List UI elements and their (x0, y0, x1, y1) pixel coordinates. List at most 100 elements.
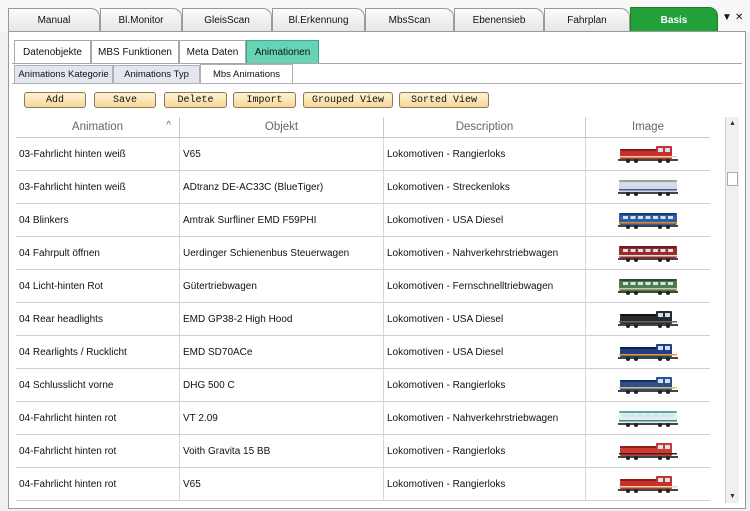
chevron-down-icon[interactable]: ▼ (722, 12, 732, 23)
cell-animation: 04-Fahrlicht hinten rot (16, 435, 180, 467)
tab-label: Datenobjekte (23, 46, 82, 58)
cell-animation: 04 Fahrpult öffnen (16, 237, 180, 269)
cell-animation: 04-Fahrlicht hinten rot (16, 468, 180, 500)
column-header-objekt[interactable]: Objekt (180, 117, 384, 137)
tab-datenobjekte[interactable]: Datenobjekte (14, 40, 91, 63)
scroll-down-icon[interactable]: ▼ (726, 490, 739, 503)
cell-animation: 04 Blinkers (16, 204, 180, 236)
loco-image (618, 213, 678, 229)
cell-animation: 04 Rear headlights (16, 303, 180, 335)
column-header-description[interactable]: Description (384, 117, 586, 137)
table-row[interactable]: 04 Schlusslicht vorne DHG 500 C Lokomotive… (16, 369, 710, 402)
tab-label: Meta Daten (186, 46, 239, 58)
cell-description: Lokomotiven - Rangierloks (384, 138, 586, 170)
cell-objekt: Amtrak Surfliner EMD F59PHI (180, 204, 384, 236)
grouped-view-button[interactable]: Grouped View (303, 92, 393, 108)
cell-image (586, 138, 710, 170)
tab-label: MbsScan (388, 14, 431, 26)
main-panel: Datenobjekte MBS Funktionen Meta Daten A… (8, 31, 746, 509)
cell-image (586, 204, 710, 236)
loco-image (618, 443, 678, 460)
tab-divider (12, 83, 742, 84)
tab-label: Bl.Erkennung (288, 14, 349, 26)
tab-fahrplan[interactable]: Fahrplan (544, 8, 630, 31)
tab-mbsscan[interactable]: MbsScan (365, 8, 454, 31)
tab-label: Animations Kategorie (18, 69, 109, 80)
cell-description: Lokomotiven - Streckenloks (384, 171, 586, 203)
cell-image (586, 336, 710, 368)
close-icon[interactable]: ✕ (735, 12, 743, 23)
tab-mbs-funktionen[interactable]: MBS Funktionen (91, 40, 179, 63)
cell-animation: 04 Licht-hinten Rot (16, 270, 180, 302)
scrollbar-thumb[interactable] (727, 172, 738, 186)
cell-animation: 04 Rearlights / Rucklicht (16, 336, 180, 368)
tab-animations-kategorie[interactable]: Animations Kategorie (14, 65, 113, 83)
table-row[interactable]: 04-Fahrlicht hinten rot VT 2.09 Lokomotive… (16, 402, 710, 435)
cell-animation: 03-Fahrlicht hinten weiß (16, 171, 180, 203)
sorted-view-button[interactable]: Sorted View (399, 92, 489, 108)
table-row[interactable]: 03-Fahrlicht hinten weiß V65 Lokomotiven -… (16, 138, 710, 171)
table-row[interactable]: 04 Licht-hinten Rot Gütertriebwagen Lokomo… (16, 270, 710, 303)
cell-objekt: ADtranz DE-AC33C (BlueTiger) (180, 171, 384, 203)
cell-objekt: V65 (180, 138, 384, 170)
cell-description: Lokomotiven - Nahverkehrstriebwagen (384, 237, 586, 269)
column-header-label: Image (632, 121, 664, 133)
tab-animationen[interactable]: Animationen (246, 40, 319, 63)
column-header-label: Animation (71, 121, 124, 133)
tab-meta-daten[interactable]: Meta Daten (179, 40, 246, 63)
loco-image (618, 279, 678, 295)
tab-label: Bl.Monitor (118, 14, 164, 26)
table-row[interactable]: 04 Rearlights / Rucklicht EMD SD70ACe Loko… (16, 336, 710, 369)
import-button[interactable]: Import (233, 92, 296, 108)
table-row[interactable]: 04-Fahrlicht hinten rot V65 Lokomotiven - … (16, 468, 710, 501)
cell-objekt: VT 2.09 (180, 402, 384, 434)
cell-objekt: V65 (180, 468, 384, 500)
loco-image (618, 180, 678, 196)
loco-image (618, 311, 678, 328)
loco-image (618, 476, 678, 493)
tab-label: Ebenensieb (472, 14, 526, 26)
cell-animation: 04 Schlusslicht vorne (16, 369, 180, 401)
cell-image (586, 270, 710, 302)
table-row[interactable]: 03-Fahrlicht hinten weiß ADtranz DE-AC33C… (16, 171, 710, 204)
tab-ebenensieb[interactable]: Ebenensieb (454, 8, 544, 31)
table-row[interactable]: 04-Fahrlicht hinten rot Voith Gravita 15 … (16, 435, 710, 468)
table-row[interactable]: 04 Rear headlights EMD GP38-2 High Hood Lo… (16, 303, 710, 336)
tab-bl-erkennung[interactable]: Bl.Erkennung (272, 8, 365, 31)
save-button[interactable]: Save (94, 92, 156, 108)
column-header-animation[interactable]: Animation ^ (16, 117, 180, 137)
animations-grid: Animation ^ Objekt Description Image 03-… (16, 117, 710, 503)
delete-button[interactable]: Delete (164, 92, 227, 108)
cell-description: Lokomotiven - USA Diesel (384, 303, 586, 335)
cell-description: Lokomotiven - Rangierloks (384, 468, 586, 500)
tab-basis[interactable]: Basis (630, 7, 718, 32)
cell-image (586, 303, 710, 335)
vertical-scrollbar[interactable]: ▲ ▼ (725, 117, 739, 503)
cell-image (586, 369, 710, 401)
loco-image (618, 377, 678, 394)
column-header-image[interactable]: Image (586, 117, 710, 137)
cell-description: Lokomotiven - USA Diesel (384, 204, 586, 236)
cell-description: Lokomotiven - Rangierloks (384, 369, 586, 401)
tab-label: GleisScan (204, 14, 250, 26)
column-header-label: Description (455, 121, 514, 133)
scroll-up-icon[interactable]: ▲ (726, 117, 739, 130)
cell-animation: 03-Fahrlicht hinten weiß (16, 138, 180, 170)
tab-mbs-animations[interactable]: Mbs Animations (200, 64, 293, 84)
loco-image (618, 146, 678, 163)
tab-manual[interactable]: Manual (8, 8, 100, 31)
cell-image (586, 435, 710, 467)
cell-objekt: EMD GP38-2 High Hood (180, 303, 384, 335)
cell-objekt: EMD SD70ACe (180, 336, 384, 368)
table-row[interactable]: 04 Blinkers Amtrak Surfliner EMD F59PHI Lo… (16, 204, 710, 237)
tab-bl-monitor[interactable]: Bl.Monitor (100, 8, 182, 31)
cell-objekt: DHG 500 C (180, 369, 384, 401)
cell-image (586, 237, 710, 269)
tab-gleisscan[interactable]: GleisScan (182, 8, 272, 31)
cell-image (586, 171, 710, 203)
column-header-label: Objekt (264, 121, 299, 133)
cell-image (586, 468, 710, 500)
add-button[interactable]: Add (24, 92, 86, 108)
table-row[interactable]: 04 Fahrpult öffnen Uerdinger Schienenbus … (16, 237, 710, 270)
tab-animations-typ[interactable]: Animations Typ (113, 65, 200, 83)
